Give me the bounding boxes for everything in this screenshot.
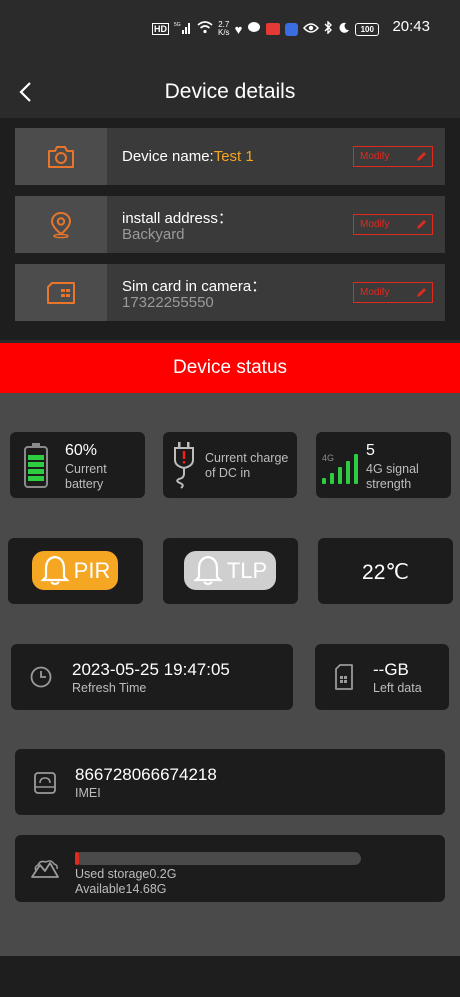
bell-icon (193, 555, 223, 585)
modify-address-button[interactable]: Modify (353, 214, 433, 235)
pencil-icon (417, 152, 426, 161)
available-storage: Available14.68G (75, 882, 167, 896)
bluetooth-icon (324, 20, 333, 37)
chat-icon (247, 21, 261, 37)
battery-icon: 100 (355, 22, 380, 36)
imei-card: 866728066674218 IMEI (15, 749, 445, 815)
battery-level-icon (24, 443, 48, 488)
sim-card-icon (47, 281, 75, 304)
refresh-time-value: 2023-05-25 19:47:05 (72, 660, 230, 679)
hd-icon: HD (152, 23, 169, 35)
pir-toggle[interactable]: PIR (32, 551, 118, 590)
refresh-time-label: Refresh Time (72, 681, 147, 695)
bell-icon (40, 555, 70, 585)
temperature-card: 22℃ (318, 538, 453, 604)
device-name-row: Device name:Test 1 Modify (15, 128, 445, 185)
left-data-label: Left data (373, 681, 422, 695)
svg-text:5G: 5G (174, 22, 181, 28)
pir-label: PIR (73, 557, 111, 583)
dc-plug-icon (174, 442, 194, 489)
battery-percentage: 60% (65, 442, 98, 459)
cloud-storage-icon (31, 860, 59, 878)
dc-charge-label: Current charge of DC in (205, 451, 289, 480)
modify-label: Modify (360, 151, 390, 162)
system-status-bar: HD 5G 2.7 K/s ♥ 100 20:43 (0, 0, 460, 60)
modify-label: Modify (360, 287, 390, 298)
network-speed: 2.7 K/s (218, 21, 230, 37)
left-data-card: --GB Left data (315, 644, 449, 710)
imei-value: 866728066674218 (75, 765, 217, 784)
wifi-icon (197, 21, 213, 37)
location-pin-icon (50, 211, 72, 238)
device-status-banner: Device status (0, 343, 460, 393)
tlp-card: TLP (163, 538, 298, 604)
signal-bars-icon (322, 454, 358, 484)
music-app-icon (285, 22, 299, 36)
bottom-bar (0, 956, 460, 997)
page-title: Device details (164, 80, 296, 103)
battery-label: Current battery (65, 462, 107, 491)
refresh-time-card: 2023-05-25 19:47:05 Refresh Time (11, 644, 293, 710)
app-notification-icon (266, 23, 281, 35)
signal-card: 4G 5 4G signal strength (316, 432, 451, 498)
signal-value: 5 (366, 442, 375, 459)
left-data-value: --GB (373, 660, 409, 679)
sim-card-value: 17322255550 (122, 294, 214, 311)
tlp-toggle[interactable]: TLP (184, 551, 276, 590)
modify-device-name-button[interactable]: Modify (353, 146, 433, 167)
modify-label: Modify (360, 219, 390, 230)
storage-progress-fill (75, 852, 79, 865)
signal-label: 4G signal strength (366, 462, 419, 491)
clock-icon (30, 666, 52, 688)
device-name-text: Device name:Test 1 (122, 148, 254, 165)
device-info-panel: Device name:Test 1 Modify install addres… (0, 118, 460, 340)
heart-icon: ♥ (234, 21, 243, 37)
storage-progress-bar (75, 852, 361, 865)
moon-icon (338, 22, 350, 37)
speed-unit: K/s (218, 28, 230, 37)
dc-charge-card: Current charge of DC in (163, 432, 297, 498)
pencil-icon (417, 220, 426, 229)
sim-chip-icon (335, 664, 353, 690)
pencil-icon (417, 288, 426, 297)
eye-icon (303, 22, 320, 37)
install-address-row: install address： Backyard Modify (15, 196, 445, 253)
device-name-value: Test 1 (213, 148, 254, 165)
sim-card-row: Sim card in camera： 17322255550 Modify (15, 264, 445, 321)
tlp-label: TLP (226, 557, 268, 583)
sim-icon-box (15, 264, 107, 321)
device-name-label: Device name: (122, 148, 214, 165)
install-address-value: Backyard (122, 226, 185, 243)
storage-card: Used storage0.2G Available14.68G (15, 835, 445, 902)
device-info-icon (34, 772, 56, 794)
pir-card: PIR (8, 538, 143, 604)
install-address-label: install address： (122, 210, 233, 227)
sim-card-label: Sim card in camera： (122, 278, 267, 295)
battery-card: 60% Current battery (10, 432, 145, 498)
camera-icon (48, 145, 74, 168)
used-storage: Used storage0.2G (75, 867, 177, 881)
camera-icon-box (15, 128, 107, 185)
modify-sim-button[interactable]: Modify (353, 282, 433, 303)
imei-label: IMEI (75, 786, 101, 800)
cell-signal-icon: 5G (174, 21, 192, 37)
clock: 20:43 (392, 18, 430, 35)
temperature-value: 22℃ (362, 561, 409, 584)
location-icon-box (15, 196, 107, 253)
battery-level-text: 100 (360, 24, 374, 34)
